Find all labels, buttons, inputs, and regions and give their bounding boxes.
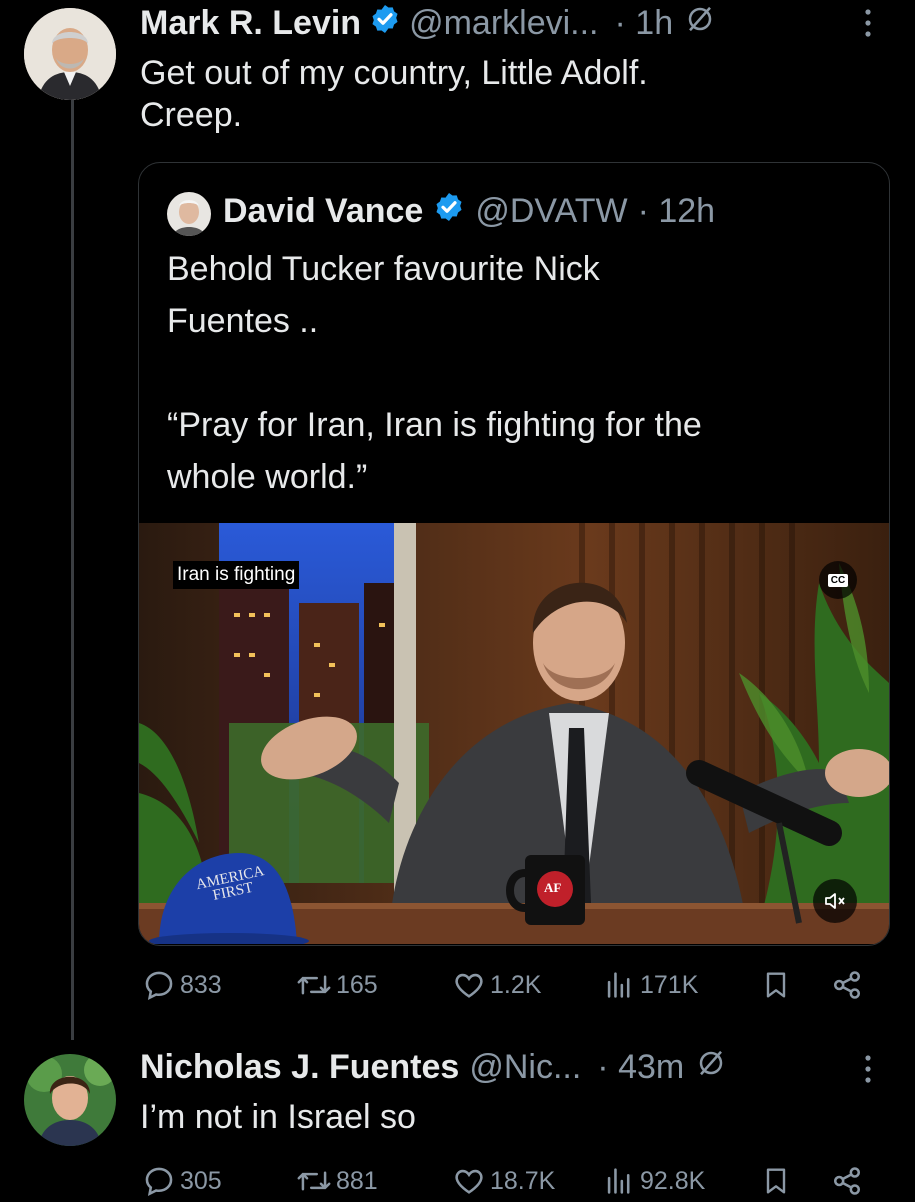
quote-header: David Vance @DVATW · 12h: [223, 191, 715, 231]
repost-count: 881: [336, 1166, 378, 1195]
verified-badge-icon: [369, 3, 401, 44]
avatar-nicholas-fuentes[interactable]: [24, 1054, 116, 1146]
repost-count: 165: [336, 970, 378, 999]
reply-count: 833: [180, 970, 222, 999]
views-count: 92.8K: [640, 1166, 706, 1195]
views-icon: [607, 1168, 630, 1194]
grok-icon[interactable]: [685, 4, 715, 43]
timestamp[interactable]: · 1h: [615, 4, 674, 43]
tweet1-text: Get out of my country, Little Adolf. Cre…: [140, 54, 648, 134]
reply-button[interactable]: 833: [142, 968, 222, 1002]
reply-icon: [145, 971, 173, 1001]
timestamp[interactable]: · 43m: [597, 1048, 684, 1087]
mug-logo-text: AF: [544, 880, 562, 895]
quote-text: Behold Tucker favourite Nick Fuentes .. …: [167, 250, 702, 496]
repost-button[interactable]: 881: [296, 1164, 378, 1198]
tweet1-action-bar: 833 165 1.2K 171K: [140, 966, 870, 1006]
tweet2-text: I’m not in Israel so: [140, 1098, 416, 1136]
author-handle[interactable]: @marklevi...: [409, 4, 598, 43]
video-player[interactable]: AF AMERICA FIRST Iran is fighting CC: [139, 523, 889, 944]
share-icon[interactable]: [830, 968, 868, 1002]
cc-icon[interactable]: CC: [819, 561, 857, 599]
views-count: 171K: [640, 970, 699, 999]
repost-icon: [297, 1171, 331, 1191]
repost-icon: [297, 975, 331, 995]
like-count: 1.2K: [490, 970, 542, 999]
like-icon: [455, 973, 483, 998]
views-icon: [607, 972, 630, 998]
author-name[interactable]: Mark R. Levin: [140, 4, 361, 43]
quote-author-name: David Vance: [223, 191, 424, 230]
views-button[interactable]: 92.8K: [602, 1164, 705, 1198]
thread-connector-line: [71, 100, 74, 1040]
more-icon[interactable]: [858, 1052, 878, 1092]
tweet2-header: Nicholas J. Fuentes @Nic... · 43m: [140, 1046, 726, 1088]
like-icon: [455, 1169, 483, 1194]
quote-author-handle: @DVATW: [475, 191, 628, 230]
author-handle[interactable]: @Nic...: [469, 1048, 581, 1087]
verified-badge-icon: [433, 191, 465, 232]
bookmark-icon[interactable]: [760, 968, 796, 1002]
reply-count: 305: [180, 1166, 222, 1195]
author-name[interactable]: Nicholas J. Fuentes: [140, 1048, 459, 1087]
like-button[interactable]: 18.7K: [452, 1164, 555, 1198]
like-button[interactable]: 1.2K: [452, 968, 541, 1002]
repost-button[interactable]: 165: [296, 968, 378, 1002]
cc-label: CC: [827, 573, 849, 587]
quoted-tweet[interactable]: David Vance @DVATW · 12h Behold Tucker f…: [138, 162, 890, 946]
tweet2-action-bar: 305 881 18.7K 92.8K: [140, 1162, 870, 1202]
reply-button[interactable]: 305: [142, 1164, 222, 1198]
tweet1-header: Mark R. Levin @marklevi... · 1h: [140, 2, 715, 44]
more-icon[interactable]: [858, 6, 878, 46]
like-count: 18.7K: [490, 1166, 556, 1195]
avatar-mark-levin[interactable]: [24, 8, 116, 100]
views-button[interactable]: 171K: [602, 968, 698, 1002]
quote-timestamp: · 12h: [637, 191, 716, 230]
bookmark-icon[interactable]: [760, 1164, 796, 1198]
reply-icon: [145, 1167, 173, 1197]
share-icon[interactable]: [830, 1164, 868, 1198]
avatar-david-vance: [167, 192, 211, 236]
mute-icon[interactable]: [813, 879, 857, 923]
video-caption: Iran is fighting: [173, 561, 300, 589]
grok-icon[interactable]: [696, 1048, 726, 1087]
